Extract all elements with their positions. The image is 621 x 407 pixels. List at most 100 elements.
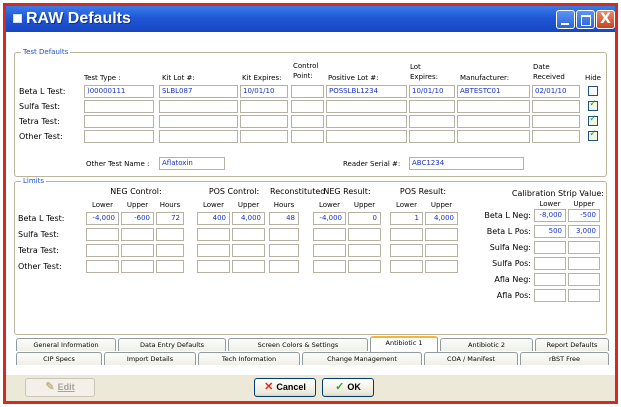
calibration-lower-field[interactable] [534,289,566,302]
limits-neg-lower-field[interactable] [86,260,119,273]
limits-neg-lower-field[interactable] [86,244,119,257]
test-row-kit-lot-field[interactable] [159,100,238,113]
limits-neg-hours-field[interactable] [156,260,184,273]
reader-serial-field[interactable]: ABC1234 [409,157,524,170]
limits-posres-lower-field[interactable]: 1 [390,212,423,225]
tab-import-details[interactable]: Import Details [104,352,196,365]
test-row-date-received-field[interactable]: 02/01/10 [532,85,580,98]
limits-posres-lower-field[interactable] [390,228,423,241]
limits-negres-upper-field[interactable] [348,244,381,257]
test-row-lot-expires-field[interactable] [409,115,455,128]
test-row-kit-expires-field[interactable] [240,130,288,143]
tab-antibiotic-2[interactable]: Antibiotic 2 [440,338,533,351]
test-row-lot-expires-field[interactable]: 10/01/10 [409,85,455,98]
limits-recon-hours-field[interactable] [269,244,299,257]
test-row-manufacturer-field[interactable] [457,130,530,143]
limits-neg-upper-field[interactable] [121,260,154,273]
tab-coa-manifest[interactable]: COA / Manifest [424,352,518,365]
limits-neg-hours-field[interactable]: 72 [156,212,184,225]
hide-checkbox[interactable]: ✓ [588,99,598,111]
calibration-lower-field[interactable]: 500 [534,225,566,238]
limits-negres-upper-field[interactable]: 0 [348,212,381,225]
tab-rbst-free[interactable]: rBST Free [520,352,609,365]
calibration-lower-field[interactable] [534,257,566,270]
test-row-manufacturer-field[interactable] [457,115,530,128]
test-row-test-type-field[interactable]: )00000111 [84,85,154,98]
limits-posres-upper-field[interactable] [425,260,458,273]
test-row-kit-expires-field[interactable] [240,115,288,128]
test-row-positive-lot-field[interactable] [326,100,407,113]
limits-posres-lower-field[interactable] [390,260,423,273]
calibration-lower-field[interactable] [534,273,566,286]
limits-pos-upper-field[interactable] [232,228,265,241]
calibration-upper-field[interactable]: -500 [568,209,600,222]
test-row-positive-lot-field[interactable] [326,115,407,128]
test-row-positive-lot-field[interactable] [326,130,407,143]
limits-neg-hours-field[interactable] [156,244,184,257]
limits-posres-upper-field[interactable] [425,244,458,257]
limits-negres-lower-field[interactable] [313,260,346,273]
test-row-date-received-field[interactable] [532,100,580,113]
test-row-control-point-field[interactable] [291,100,324,113]
test-row-test-type-field[interactable] [84,100,154,113]
limits-posres-upper-field[interactable] [425,228,458,241]
edit-button[interactable]: ✎ Edit [25,378,95,397]
limits-neg-upper-field[interactable] [121,244,154,257]
test-row-control-point-field[interactable] [291,130,324,143]
limits-negres-lower-field[interactable] [313,244,346,257]
limits-neg-hours-field[interactable] [156,228,184,241]
hide-checkbox[interactable] [588,86,598,96]
limits-neg-lower-field[interactable] [86,228,119,241]
test-row-kit-lot-field[interactable] [159,130,238,143]
tab-cip-specs[interactable]: CIP Specs [16,352,102,365]
limits-pos-upper-field[interactable] [232,244,265,257]
test-row-test-type-field[interactable] [84,115,154,128]
limits-neg-upper-field[interactable] [121,228,154,241]
ok-button[interactable]: ✓ OK [322,378,374,397]
title-bar[interactable]: RAW Defaults X [6,6,615,32]
limits-recon-hours-field[interactable] [269,228,299,241]
test-row-test-type-field[interactable] [84,130,154,143]
limits-recon-hours-field[interactable] [269,260,299,273]
test-row-kit-expires-field[interactable]: 10/01/10 [240,85,288,98]
tab-change-management[interactable]: Change Management [302,352,422,365]
calibration-upper-field[interactable] [568,241,600,254]
limits-neg-upper-field[interactable]: -600 [121,212,154,225]
limits-negres-upper-field[interactable] [348,228,381,241]
limits-negres-lower-field[interactable] [313,228,346,241]
minimize-button[interactable] [556,10,575,29]
limits-pos-lower-field[interactable] [197,228,230,241]
calibration-upper-field[interactable] [568,273,600,286]
cancel-button[interactable]: ✕ Cancel [254,378,316,397]
test-row-date-received-field[interactable] [532,115,580,128]
other-test-name-field[interactable]: Aflatoxin [159,157,225,170]
calibration-upper-field[interactable] [568,257,600,270]
limits-pos-upper-field[interactable]: 4,000 [232,212,265,225]
test-row-lot-expires-field[interactable] [409,100,455,113]
calibration-lower-field[interactable] [534,241,566,254]
tab-report-defaults[interactable]: Report Defaults [535,338,609,351]
hide-checkbox[interactable]: ✓ [588,129,598,141]
calibration-upper-field[interactable]: 3,000 [568,225,600,238]
tab-general-information[interactable]: General Information [16,338,116,351]
test-row-manufacturer-field[interactable] [457,100,530,113]
test-row-kit-lot-field[interactable] [159,115,238,128]
limits-neg-lower-field[interactable]: -4,000 [86,212,119,225]
test-row-lot-expires-field[interactable] [409,130,455,143]
calibration-upper-field[interactable] [568,289,600,302]
test-row-kit-expires-field[interactable] [240,100,288,113]
maximize-button[interactable] [576,10,595,29]
test-row-kit-lot-field[interactable]: SLBL087 [159,85,238,98]
close-button[interactable]: X [596,10,615,29]
limits-posres-upper-field[interactable]: 4,000 [425,212,458,225]
test-row-positive-lot-field[interactable]: POSSLBL1234 [326,85,407,98]
test-row-date-received-field[interactable] [532,130,580,143]
limits-pos-lower-field[interactable]: 400 [197,212,230,225]
limits-negres-lower-field[interactable]: -4,000 [313,212,346,225]
limits-recon-hours-field[interactable]: 48 [269,212,299,225]
limits-pos-lower-field[interactable] [197,244,230,257]
limits-posres-lower-field[interactable] [390,244,423,257]
tab-screen-colors-settings[interactable]: Screen Colors & Settings [228,338,368,351]
test-row-control-point-field[interactable] [291,85,324,98]
calibration-lower-field[interactable]: -8,000 [534,209,566,222]
